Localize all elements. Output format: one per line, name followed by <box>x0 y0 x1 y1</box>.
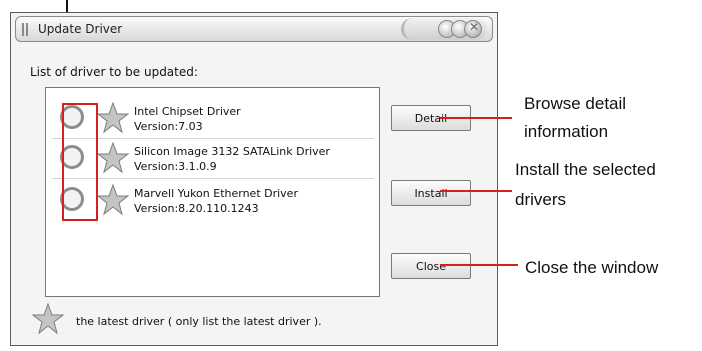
install-button[interactable]: Install <box>391 180 471 206</box>
close-callout: Close the window <box>525 258 659 277</box>
title-controls: ✕ <box>401 18 487 40</box>
legend-text: the latest driver ( only list the latest… <box>76 315 322 328</box>
driver-version: Version:8.20.110.1243 <box>134 202 259 215</box>
driver-name: Marvell Yukon Ethernet Driver <box>134 187 298 200</box>
close-button[interactable]: Close <box>391 253 471 279</box>
install-callout-line <box>440 190 512 192</box>
driver-version: Version:3.1.0.9 <box>134 160 217 173</box>
window-title: Update Driver <box>38 22 123 36</box>
star-icon <box>96 101 130 134</box>
legend-star-icon <box>31 302 65 335</box>
list-label: List of driver to be updated: <box>30 65 198 79</box>
driver-version: Version:7.03 <box>134 120 203 133</box>
title-bar[interactable]: Update Driver ✕ <box>15 16 493 42</box>
close-window-button[interactable]: ✕ <box>464 20 482 38</box>
driver-name: Intel Chipset Driver <box>134 105 241 118</box>
title-grip-icon <box>22 23 28 36</box>
close-icon: ✕ <box>469 20 480 34</box>
detail-callout-line <box>440 117 512 119</box>
install-callout-line2: drivers <box>515 190 567 209</box>
close-callout-line <box>440 264 518 266</box>
update-driver-window: Update Driver ✕ List of driver to be upd… <box>10 12 498 346</box>
install-callout: Install the selected <box>515 160 656 179</box>
driver-name: Silicon Image 3132 SATALink Driver <box>134 145 330 158</box>
list-item[interactable]: Marvell Yukon Ethernet Driver Version:8.… <box>52 180 374 220</box>
star-icon <box>96 141 130 174</box>
detail-callout: Browse detail <box>524 94 627 113</box>
selection-highlight-box <box>62 103 98 221</box>
detail-callout-line2: information <box>524 122 609 141</box>
list-item[interactable]: Intel Chipset Driver Version:7.03 <box>52 98 374 139</box>
list-item[interactable]: Silicon Image 3132 SATALink Driver Versi… <box>52 138 374 179</box>
star-icon <box>96 183 130 216</box>
